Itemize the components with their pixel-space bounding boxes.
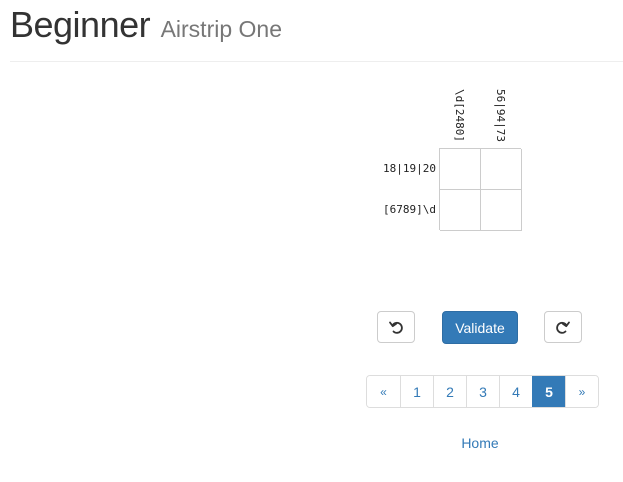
page-subtitle: Airstrip One (160, 16, 282, 42)
pagination-page-1[interactable]: 1 (400, 376, 433, 407)
pagination-page-3[interactable]: 3 (466, 376, 499, 407)
redo-button[interactable] (544, 311, 582, 343)
grid-cell-r1-c1[interactable] (440, 149, 481, 190)
row-clue-2: [6789]\d (383, 202, 436, 216)
home-link[interactable]: Home (430, 435, 530, 451)
row-clue-1: 18|19|20 (383, 161, 436, 175)
pagination-next[interactable]: » (565, 376, 598, 407)
puzzle-grid (439, 148, 522, 231)
redo-icon (556, 321, 570, 334)
page-title: Beginner (10, 4, 151, 45)
grid-cell-r1-c2[interactable] (481, 149, 522, 190)
column-clue-1: \d[2480] (439, 86, 479, 144)
pagination: « 1 2 3 4 5 » (366, 375, 599, 408)
undo-button[interactable] (377, 311, 415, 343)
grid-cell-r2-c2[interactable] (481, 190, 522, 231)
column-clue-1-text: \d[2480] (452, 88, 466, 142)
pagination-page-5[interactable]: 5 (532, 376, 565, 407)
column-clue-2: 56|94|73 (480, 86, 520, 144)
column-clue-2-text: 56|94|73 (493, 88, 507, 142)
validate-button[interactable]: Validate (442, 311, 518, 344)
pagination-page-2[interactable]: 2 (433, 376, 466, 407)
pagination-prev[interactable]: « (367, 376, 400, 407)
grid-cell-r2-c1[interactable] (440, 190, 481, 231)
page-header: Beginner Airstrip One (10, 4, 282, 46)
pagination-page-4[interactable]: 4 (499, 376, 532, 407)
header-divider (10, 61, 623, 62)
undo-icon (389, 321, 403, 334)
